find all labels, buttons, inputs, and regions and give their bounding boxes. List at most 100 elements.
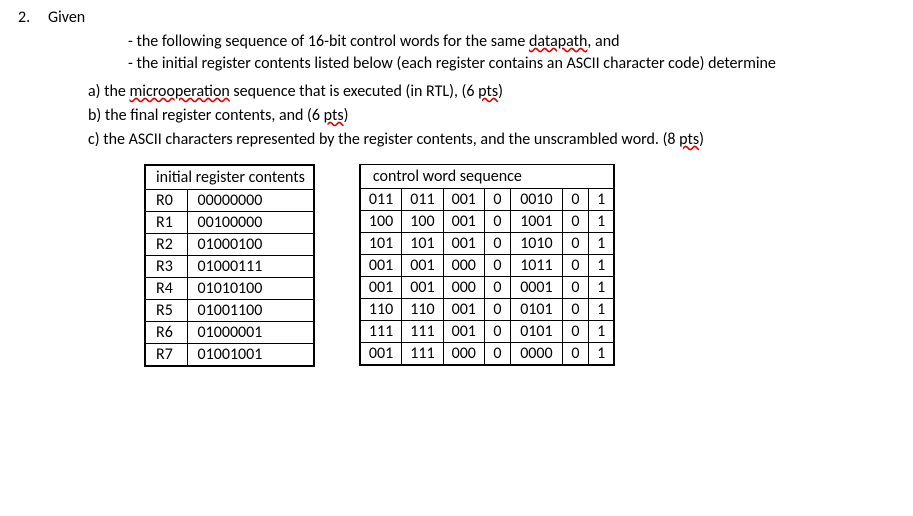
control-word-cell: 100 — [402, 210, 443, 232]
table-row: 0110110010001001 — [360, 188, 614, 210]
part-b-end: ) — [344, 106, 349, 125]
register-value: 01010100 — [187, 277, 314, 299]
control-word-cell: 001 — [443, 320, 484, 342]
register-name: R0 — [145, 189, 187, 211]
given-label: Given — [40, 8, 85, 27]
control-word-cell: 111 — [402, 320, 443, 342]
control-word-cell: 1 — [588, 232, 614, 254]
control-word-cell: 000 — [443, 276, 484, 298]
control-word-cell: 0 — [484, 254, 510, 276]
control-word-cell: 001 — [443, 298, 484, 320]
control-word-cell: 001 — [360, 254, 402, 276]
table-row: 1101100010010101 — [360, 298, 614, 320]
control-word-cell: 0 — [484, 188, 510, 210]
register-value: 01001100 — [187, 299, 314, 321]
part-b-pts: pts — [324, 106, 344, 125]
control-word-cell: 0 — [484, 276, 510, 298]
part-b-pre: b) the final register contents, and (6 — [88, 106, 324, 125]
control-word-cell: 0 — [484, 320, 510, 342]
control-word-cell: 011 — [360, 188, 402, 210]
control-word-cell: 0 — [562, 254, 588, 276]
register-name: R1 — [145, 211, 187, 233]
control-word-cell: 0 — [562, 188, 588, 210]
control-word-cell: 0 — [484, 210, 510, 232]
part-a-microoperation: microoperation — [129, 82, 229, 101]
register-value: 00100000 — [187, 211, 314, 233]
part-a-pre: a) the — [88, 82, 129, 101]
control-word-cell: 001 — [402, 276, 443, 298]
table-row: R000000000 — [145, 189, 314, 211]
control-word-cell: 001 — [402, 254, 443, 276]
register-name: R2 — [145, 233, 187, 255]
control-word-cell: 0001 — [510, 276, 562, 298]
control-word-cell: 0 — [562, 342, 588, 365]
table-row: R100100000 — [145, 211, 314, 233]
control-word-cell: 1 — [588, 298, 614, 320]
control-word-cell: 001 — [360, 342, 402, 365]
table-row: 1011010010101001 — [360, 232, 614, 254]
table-row: R601000001 — [145, 321, 314, 343]
part-a-pts: pts — [478, 82, 498, 101]
control-word-cell: 001 — [360, 276, 402, 298]
control-word-table: control word sequence 011011001000100110… — [359, 164, 615, 366]
table-row: 1001000010100101 — [360, 210, 614, 232]
control-word-cell: 0 — [484, 232, 510, 254]
control-word-cell: 1 — [588, 276, 614, 298]
register-value: 01000100 — [187, 233, 314, 255]
control-word-cell: 110 — [402, 298, 443, 320]
control-word-cell: 101 — [360, 232, 402, 254]
register-name: R3 — [145, 255, 187, 277]
control-word-cell: 0000 — [510, 342, 562, 365]
bullet-1: - the following sequence of 16-bit contr… — [128, 31, 897, 53]
table-row: 0010010000000101 — [360, 276, 614, 298]
control-word-cell: 1 — [588, 320, 614, 342]
control-word-cell: 001 — [443, 232, 484, 254]
control-word-cell: 0101 — [510, 320, 562, 342]
control-word-cell: 0 — [484, 298, 510, 320]
control-word-cell: 0 — [562, 210, 588, 232]
table-row: R401010100 — [145, 277, 314, 299]
control-word-cell: 1 — [588, 342, 614, 365]
control-word-cell: 0 — [562, 298, 588, 320]
control-word-cell: 110 — [360, 298, 402, 320]
register-value: 01000001 — [187, 321, 314, 343]
control-word-cell: 1010 — [510, 232, 562, 254]
part-c-end: ) — [699, 130, 704, 149]
control-word-cell: 0 — [562, 276, 588, 298]
control-word-cell: 101 — [402, 232, 443, 254]
part-b: b) the final register contents, and (6 p… — [88, 104, 897, 128]
control-word-title: control word sequence — [360, 164, 614, 188]
bullet-1-datapath: datapath — [529, 32, 587, 51]
control-word-cell: 001 — [443, 210, 484, 232]
table-row: R501001100 — [145, 299, 314, 321]
control-word-cell: 0101 — [510, 298, 562, 320]
control-word-cell: 111 — [402, 342, 443, 365]
table-row: R201000100 — [145, 233, 314, 255]
control-word-cell: 100 — [360, 210, 402, 232]
register-name: R5 — [145, 299, 187, 321]
control-word-cell: 1001 — [510, 210, 562, 232]
control-word-cell: 1 — [588, 188, 614, 210]
register-table-title: initial register contents — [145, 165, 314, 190]
part-c: c) the ASCII characters represented by t… — [88, 128, 897, 152]
register-value: 01000111 — [187, 255, 314, 277]
part-a-mid: sequence that is executed (in RTL), (6 — [230, 82, 478, 101]
control-word-cell: 0 — [562, 320, 588, 342]
bullet-1-post: , and — [587, 32, 619, 51]
register-value: 00000000 — [187, 189, 314, 211]
control-word-cell: 001 — [443, 188, 484, 210]
control-word-cell: 000 — [443, 254, 484, 276]
control-word-cell: 111 — [360, 320, 402, 342]
control-word-cell: 0010 — [510, 188, 562, 210]
register-name: R7 — [145, 343, 187, 366]
control-word-cell: 1 — [588, 210, 614, 232]
table-row: 0010010000101101 — [360, 254, 614, 276]
register-table: initial register contents R000000000R100… — [144, 164, 315, 367]
table-row: R301000111 — [145, 255, 314, 277]
control-word-cell: 1011 — [510, 254, 562, 276]
register-name: R4 — [145, 277, 187, 299]
question-number: 2. — [16, 8, 40, 27]
table-row: 1111110010010101 — [360, 320, 614, 342]
part-c-pre: c) the ASCII characters represented by t… — [88, 130, 679, 149]
control-word-cell: 011 — [402, 188, 443, 210]
